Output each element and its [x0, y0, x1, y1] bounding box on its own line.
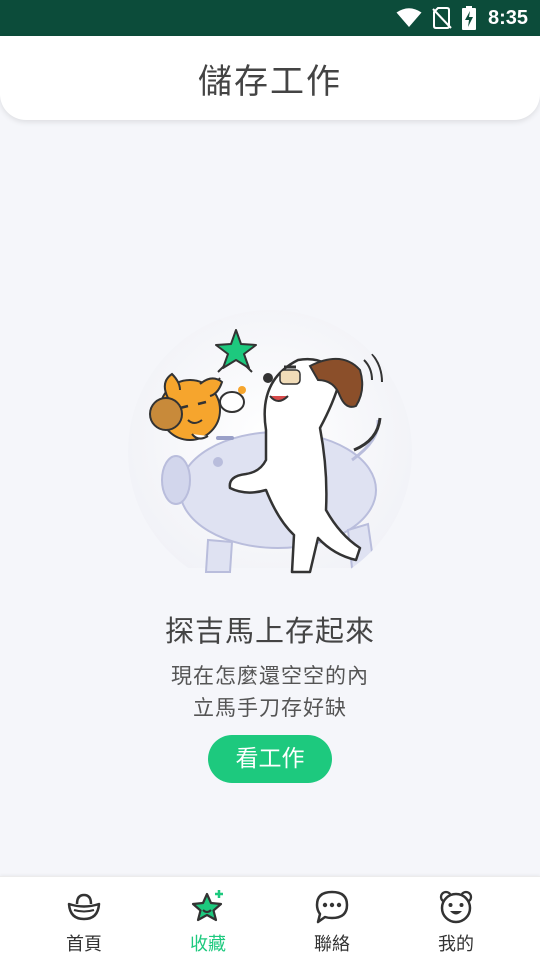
empty-state-message-line1: 現在怎麼還空空的內 — [171, 664, 369, 688]
nav-label-profile: 我的 — [438, 934, 474, 955]
status-icons: 8:35 — [396, 6, 528, 30]
nav-label-favorites: 收藏 — [190, 934, 226, 955]
empty-state-message-line2: 立馬手刀存好缺 — [193, 696, 347, 720]
star-icon — [190, 889, 226, 925]
status-bar: 8:35 — [0, 0, 540, 36]
page-header: 儲存工作 — [0, 36, 540, 120]
nav-item-contact[interactable]: 聯絡 — [270, 877, 394, 960]
empty-state: 探吉馬上存起來 現在怎麼還空空的內 立馬手刀存好缺 看工作 — [0, 120, 540, 876]
ingot-icon — [66, 889, 102, 925]
nav-item-profile[interactable]: 我的 — [394, 877, 518, 960]
battery-charging-icon — [461, 6, 476, 30]
page-title: 儲存工作 — [198, 62, 342, 102]
nav-label-home: 首頁 — [66, 934, 102, 955]
chat-bubble-icon — [314, 889, 350, 925]
dog-and-cat-piggy-bank-illustration — [128, 310, 412, 594]
bottom-nav: 首頁 收藏 聯絡 我的 — [0, 876, 540, 960]
nav-label-contact: 聯絡 — [314, 934, 350, 955]
wifi-icon — [396, 8, 422, 28]
nav-item-home[interactable]: 首頁 — [22, 877, 146, 960]
empty-state-title: 探吉馬上存起來 — [164, 614, 375, 648]
status-time: 8:35 — [487, 6, 528, 29]
bear-face-icon — [438, 889, 474, 925]
view-jobs-button[interactable]: 看工作 — [208, 735, 332, 783]
no-sim-icon — [432, 7, 452, 29]
nav-item-favorites[interactable]: 收藏 — [146, 877, 270, 960]
